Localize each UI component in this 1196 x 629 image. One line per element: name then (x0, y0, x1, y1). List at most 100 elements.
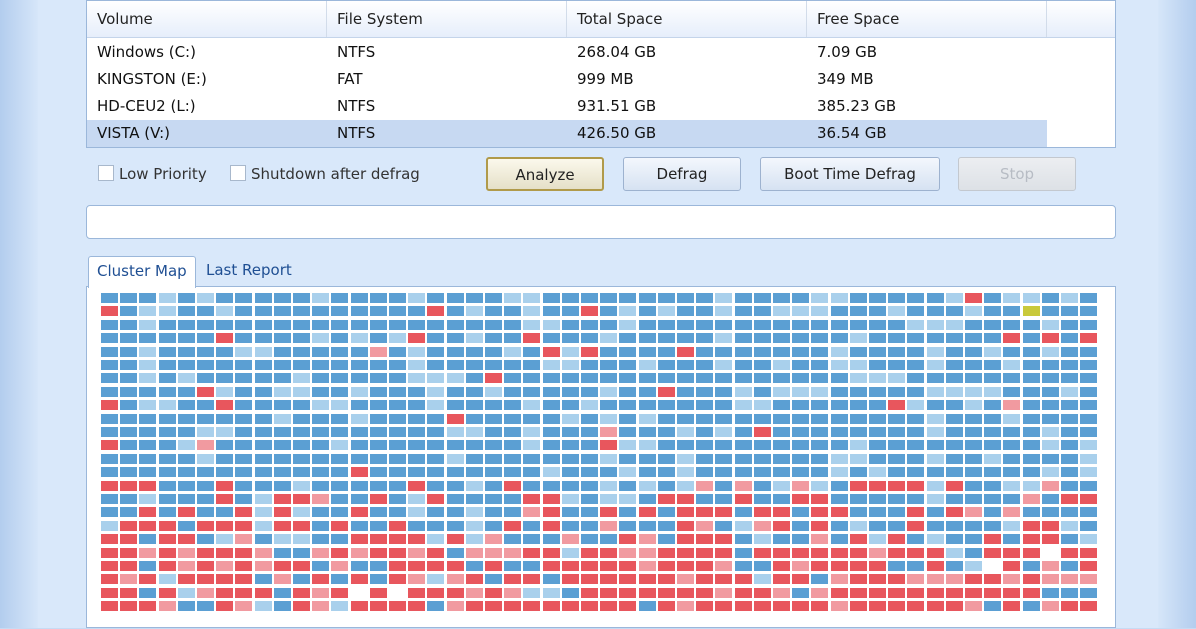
cluster-block (369, 360, 387, 370)
cluster-block (465, 319, 483, 330)
cluster-block (1003, 373, 1021, 384)
cluster-block (888, 360, 906, 370)
cluster-block (907, 587, 925, 598)
cluster-block (965, 494, 982, 504)
cluster-block (984, 534, 1002, 545)
cluster-block (216, 413, 234, 424)
cluster-block (139, 494, 157, 504)
defrag-button[interactable]: Defrag (623, 157, 741, 191)
cluster-block (715, 333, 733, 344)
cluster-block (446, 587, 464, 598)
cluster-block (926, 373, 944, 384)
cluster-block (600, 400, 618, 411)
cluster-block (888, 427, 906, 437)
cluster-block (1080, 346, 1098, 357)
cluster-block (1041, 520, 1059, 531)
cluster-block (734, 346, 752, 357)
cluster-block (657, 507, 675, 518)
cluster-block (254, 400, 272, 411)
checkbox-box[interactable] (98, 165, 114, 181)
volume-list[interactable]: Volume File System Total Space Free Spac… (86, 0, 1116, 148)
cluster-block (369, 413, 387, 424)
cluster-block (197, 507, 214, 518)
cluster-block (619, 467, 637, 478)
cluster-block (139, 413, 157, 424)
cluster-block (773, 333, 790, 344)
cluster-block (657, 480, 675, 491)
volume-row[interactable]: HD-CEU2 (L:) NTFS 931.51 GB 385.23 GB (87, 93, 1115, 120)
tab-cluster-map[interactable]: Cluster Map (88, 256, 196, 288)
cluster-block (465, 400, 483, 411)
cluster-block (254, 440, 272, 451)
tab-last-report[interactable]: Last Report (198, 256, 300, 286)
cluster-block (350, 547, 368, 558)
cluster-block (619, 400, 637, 411)
cluster-block (984, 306, 1002, 317)
cluster-block (581, 561, 598, 571)
boot-time-defrag-button[interactable]: Boot Time Defrag (760, 157, 940, 191)
cluster-block (504, 293, 522, 303)
cluster-block (369, 467, 387, 478)
cluster-block (753, 373, 771, 384)
cluster-block (427, 547, 445, 558)
cluster-block (254, 333, 272, 344)
cluster-block (734, 507, 752, 518)
cluster-block (197, 360, 214, 370)
low-priority-checkbox[interactable]: Low Priority (98, 163, 207, 185)
cluster-block (677, 480, 694, 491)
cluster-block (888, 507, 906, 518)
volume-row[interactable]: KINGSTON (E:) FAT 999 MB 349 MB (87, 66, 1115, 93)
cluster-block (715, 534, 733, 545)
shutdown-after-defrag-checkbox[interactable]: Shutdown after defrag (230, 163, 420, 185)
cluster-block (350, 400, 368, 411)
cluster-block (830, 346, 848, 357)
cluster-block (715, 400, 733, 411)
cluster-block (888, 333, 906, 344)
cluster-block (254, 360, 272, 370)
stop-button[interactable]: Stop (958, 157, 1076, 191)
cluster-block (197, 373, 214, 384)
cluster-block (427, 386, 445, 397)
cluster-block (235, 440, 253, 451)
cluster-block (1080, 534, 1098, 545)
cluster-block (331, 467, 349, 478)
column-header-total-space[interactable]: Total Space (567, 1, 807, 37)
cluster-block (811, 413, 829, 424)
cluster-block (792, 574, 810, 585)
column-header-volume[interactable]: Volume (87, 1, 327, 37)
column-header-file-system[interactable]: File System (327, 1, 567, 37)
cluster-block (581, 373, 598, 384)
analyze-button[interactable]: Analyze (486, 157, 604, 191)
cluster-block (101, 601, 118, 612)
volume-row[interactable]: Windows (C:) NTFS 268.04 GB 7.09 GB (87, 39, 1115, 66)
cluster-block (465, 587, 483, 598)
cluster-block (389, 601, 406, 612)
cluster-block (696, 547, 714, 558)
cluster-block (734, 306, 752, 317)
cluster-block (427, 574, 445, 585)
volume-total-space: 426.50 GB (577, 124, 657, 142)
checkbox-box[interactable] (230, 165, 246, 181)
cluster-block (350, 520, 368, 531)
cluster-map-panel (86, 286, 1116, 628)
cluster-block (888, 293, 906, 303)
cluster-block (984, 561, 1002, 571)
column-header-free-space[interactable]: Free Space (807, 1, 1047, 37)
cluster-block (350, 346, 368, 357)
cluster-block (216, 587, 234, 598)
cluster-block (561, 520, 579, 531)
cluster-block (101, 360, 118, 370)
cluster-block (216, 601, 234, 612)
cluster-block (1041, 413, 1059, 424)
cluster-block (158, 333, 176, 344)
cluster-block (907, 547, 925, 558)
cluster-block (945, 494, 963, 504)
cluster-block (235, 413, 253, 424)
cluster-block (600, 547, 618, 558)
cluster-block (907, 319, 925, 330)
volume-row-selected[interactable]: VISTA (V:) NTFS 426.50 GB 36.54 GB (87, 120, 1047, 147)
cluster-block (811, 386, 829, 397)
cluster-block (542, 587, 560, 598)
cluster-block (638, 587, 656, 598)
cluster-block (1022, 601, 1040, 612)
